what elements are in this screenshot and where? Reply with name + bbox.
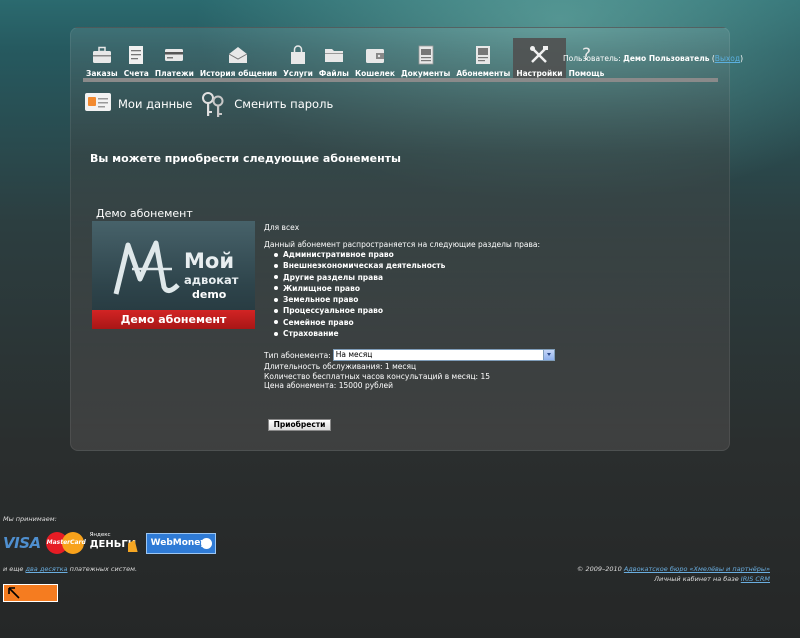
crm-text: Личный кабинет на базе IRIS CRM	[654, 575, 770, 583]
nav-item-files[interactable]: Файлы	[316, 38, 352, 78]
law-areas-list: Административное право Внешнеэкономическ…	[274, 249, 445, 339]
banner-word-demo: demo	[192, 288, 227, 301]
nav-item-payments[interactable]: Платежи	[152, 38, 197, 78]
nav-label: Счета	[123, 69, 149, 78]
subscription-type-value: На месяц	[335, 350, 373, 359]
nav-label: Документы	[400, 69, 451, 78]
top-navigation: Заказы Счета Платежи История общения Усл…	[83, 38, 607, 78]
change-password-label: Сменить пароль	[234, 97, 334, 111]
duration-text: Длительность обслуживания: 1 месяц	[264, 362, 417, 371]
list-item: Семейное право	[274, 317, 445, 328]
nav-item-invoices[interactable]: Счета	[121, 38, 152, 78]
buy-button[interactable]: Приобрести	[268, 419, 331, 431]
yandex-money-logo: Яндекс ДЕНЬГИ	[90, 530, 140, 556]
nav-item-orders[interactable]: Заказы	[83, 38, 121, 78]
webmoney-label: WebMoney	[150, 537, 207, 548]
nav-label: Услуги	[283, 69, 313, 78]
document-icon	[416, 44, 436, 66]
and-more-suffix: платежных систем.	[67, 565, 138, 573]
iris-crm-link[interactable]: IRIS CRM	[741, 575, 770, 583]
scroll-top-button[interactable]	[3, 584, 58, 602]
nav-item-settings[interactable]: Настройки	[513, 38, 566, 78]
subscription-type-label: Тип абонемента:	[264, 350, 331, 360]
yandex-top-label: Яндекс	[89, 532, 111, 538]
banner-band: Демо абонемент	[92, 310, 255, 329]
list-item: Страхование	[274, 328, 445, 339]
list-item: Административное право	[274, 249, 445, 260]
nav-label: Заказы	[86, 69, 118, 78]
more-payment-systems: и еще два десятка платежных систем.	[3, 565, 137, 573]
id-card-icon	[84, 91, 112, 117]
user-info: Пользователь: Демо Пользователь (Выход)	[563, 54, 743, 63]
my-data-label: Мои данные	[118, 97, 193, 111]
user-name: Демо Пользователь	[623, 54, 710, 63]
banner-word-advokat: адвокат	[184, 273, 239, 287]
subscription-icon	[473, 44, 493, 66]
subscription-banner: Мой адвокат demo Демо абонемент	[92, 221, 255, 329]
globe-icon	[200, 537, 212, 549]
subscription-title: Демо абонемент	[96, 207, 193, 220]
crm-prefix: Личный кабинет на базе	[654, 575, 741, 583]
tools-icon	[529, 44, 549, 66]
nav-label: Помощь	[568, 69, 605, 78]
accept-label: Мы принимаем:	[3, 515, 57, 523]
nav-item-services[interactable]: Услуги	[280, 38, 316, 78]
subscription-type-row: Тип абонемента: На месяц	[264, 349, 555, 361]
main-panel: Заказы Счета Платежи История общения Усл…	[70, 27, 743, 451]
visa-logo: VISA	[3, 534, 41, 552]
audience-text: Для всех	[264, 223, 300, 232]
free-hours-text: Количество бесплатных часов консультаций…	[264, 371, 490, 381]
change-password-link[interactable]: Сменить пароль	[200, 91, 333, 117]
nav-label: Настройки	[516, 69, 563, 78]
nav-label: История общения	[199, 69, 278, 78]
list-item: Другие разделы права	[274, 272, 445, 283]
subscription-type-select[interactable]: На месяц	[332, 349, 555, 361]
briefcase-icon	[92, 44, 112, 66]
banner-word-moi: Мой	[184, 249, 235, 273]
copyright-text: © 2009–2010 Адвокатское бюро «Хмелёвы и …	[577, 565, 770, 573]
arrow-up-left-icon	[8, 587, 20, 599]
user-prefix: Пользователь:	[563, 54, 621, 63]
keys-icon	[200, 91, 228, 117]
folder-icon	[324, 44, 344, 66]
settings-sub-links: Мои данные Сменить пароль	[84, 89, 341, 119]
nav-item-history[interactable]: История общения	[197, 38, 280, 78]
copyright-prefix: © 2009–2010	[576, 565, 624, 573]
subscription-info: Длительность обслуживания: 1 месяц Колич…	[264, 362, 490, 391]
covers-text: Данный абонемент распространяется на сле…	[264, 240, 541, 249]
nav-item-documents[interactable]: Документы	[398, 38, 453, 78]
mastercard-logo: MasterCard	[45, 531, 86, 555]
list-item: Земельное право	[274, 294, 445, 305]
invoice-icon	[126, 44, 146, 66]
and-more-prefix: и еще	[3, 565, 26, 573]
list-item: Внешнеэкономическая деятельность	[274, 260, 445, 271]
price-text: Цена абонемента: 15000 рублей	[264, 381, 394, 391]
envelope-icon	[228, 44, 248, 66]
list-item: Жилищное право	[274, 283, 445, 294]
nav-item-subscriptions[interactable]: Абонементы	[453, 38, 513, 78]
payment-logos: VISA MasterCard Яндекс ДЕНЬГИ WebMoney	[3, 530, 216, 556]
bag-icon	[288, 44, 308, 66]
user-close-paren: )	[740, 54, 744, 63]
logout-link[interactable]: Выход	[715, 54, 740, 63]
webmoney-logo: WebMoney	[145, 532, 216, 554]
moi-advokat-logo-icon	[112, 239, 182, 303]
bureau-link[interactable]: Адвокатское бюро «Хмелёвы и партнёры»	[624, 565, 770, 573]
nav-item-wallet[interactable]: Кошелек	[352, 38, 398, 78]
wallet-icon	[365, 44, 385, 66]
page-heading: Вы можете приобрести следующие абонемент…	[90, 152, 402, 165]
more-payment-link[interactable]: два десятка	[25, 565, 67, 573]
chevron-down-icon[interactable]	[542, 350, 554, 360]
nav-divider	[83, 78, 718, 82]
list-item: Процессуальное право	[274, 305, 445, 316]
nav-label: Платежи	[154, 69, 194, 78]
card-icon	[164, 44, 184, 66]
mastercard-label: MasterCard	[46, 539, 86, 546]
my-data-link[interactable]: Мои данные	[84, 91, 192, 117]
nav-label: Файлы	[318, 69, 349, 78]
nav-label: Абонементы	[456, 69, 511, 78]
nav-label: Кошелек	[354, 69, 395, 78]
